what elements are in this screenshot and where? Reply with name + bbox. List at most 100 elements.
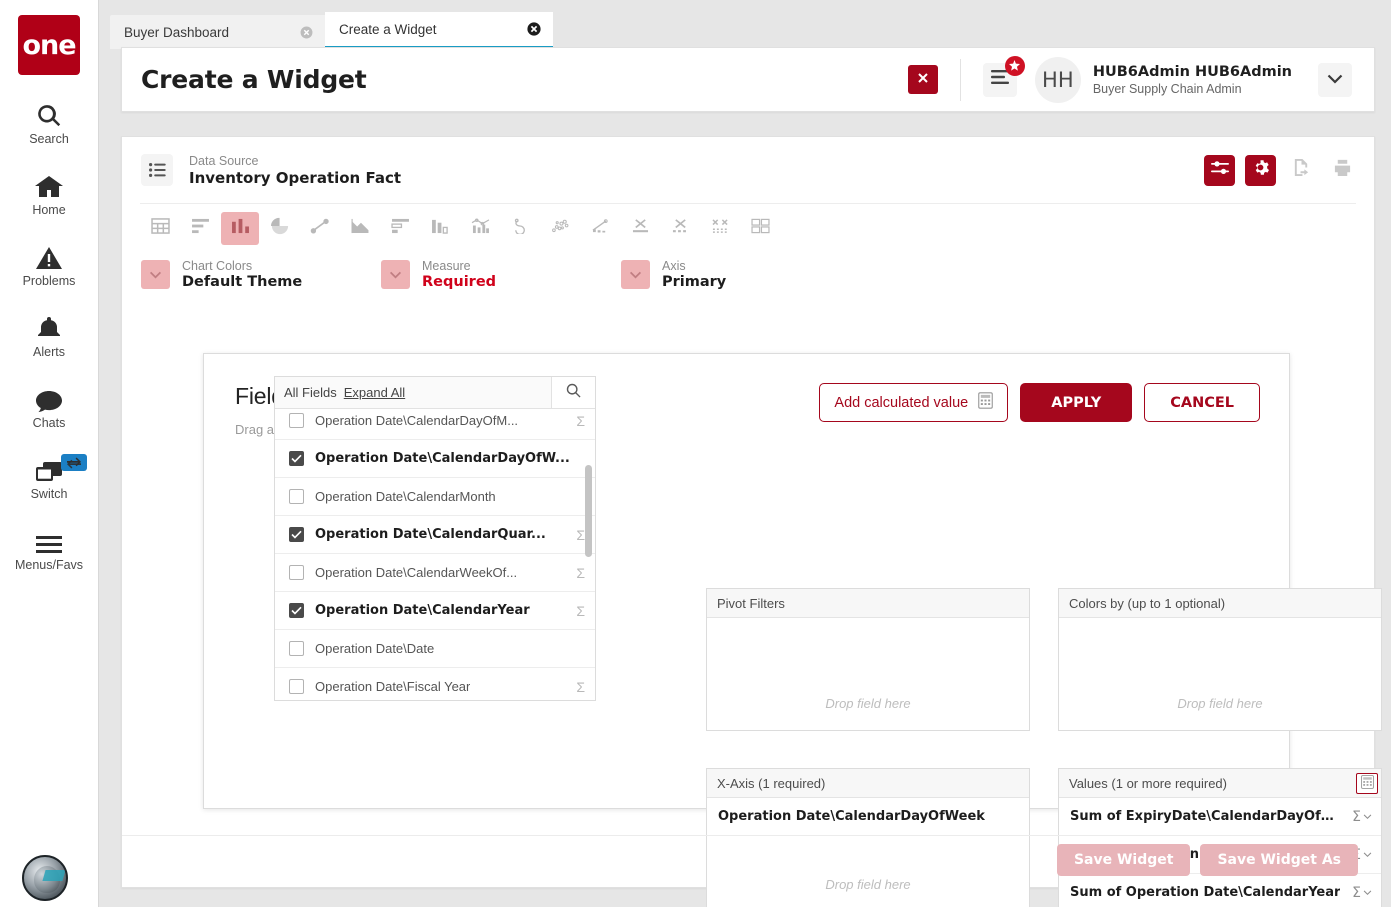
cancel-button[interactable]: CANCEL (1144, 383, 1260, 422)
field-list-scrollbar-thumb[interactable] (585, 465, 592, 557)
tab-bar: Buyer Dashboard Create a Widget (110, 12, 553, 49)
field-row[interactable]: Operation Date\CalendarQuar... Σ (275, 516, 595, 554)
chart-type-grouped-column-chart[interactable] (421, 212, 459, 245)
chart-options-row: Chart Colors Default Theme Measure Requi… (122, 245, 1374, 290)
avatar[interactable]: HH (1034, 56, 1081, 103)
field-list-header: All Fields Expand All (275, 377, 595, 409)
chart-type-bar-chart[interactable] (181, 212, 219, 245)
field-checkbox[interactable] (289, 641, 304, 656)
apply-button[interactable]: APPLY (1020, 383, 1133, 422)
user-avatar-bottom[interactable] (22, 855, 68, 901)
option-axis[interactable]: Axis Primary (621, 259, 726, 290)
save-widget-button[interactable]: Save Widget (1056, 844, 1191, 876)
chart-type-scatter-line-chart[interactable] (581, 212, 619, 245)
values-zone[interactable]: Values (1 or more required) Sum of Expir… (1058, 768, 1382, 907)
field-checkbox[interactable] (289, 679, 304, 694)
chart-type-area-chart[interactable] (341, 212, 379, 245)
zone-title: Colors by (up to 1 optional) (1069, 595, 1226, 611)
colors-by-zone[interactable]: Colors by (up to 1 optional) Drop field … (1058, 588, 1382, 731)
app-logo[interactable]: one (18, 15, 80, 75)
field-chip[interactable]: Sum of Operation Date\CalendarYear Σ (1059, 874, 1381, 907)
tab-create-a-widget[interactable]: Create a Widget (325, 12, 553, 49)
list-menu-icon (990, 70, 1009, 89)
field-row[interactable]: Operation Date\Fiscal Year Σ (275, 668, 595, 700)
field-checkbox[interactable] (289, 489, 304, 504)
fields-panel-actions: Add calculated value APPLY CANCEL (819, 383, 1260, 422)
export-button[interactable] (1286, 155, 1317, 186)
values-calculator-button[interactable] (1356, 772, 1378, 794)
chart-type-column-chart[interactable] (221, 212, 259, 245)
chart-type-range-chart[interactable] (661, 212, 699, 245)
print-button[interactable] (1327, 155, 1358, 186)
tab-buyer-dashboard[interactable]: Buyer Dashboard (110, 15, 325, 49)
aggregation-dropdown[interactable]: Σ (1344, 885, 1372, 901)
field-checkbox[interactable] (289, 527, 304, 542)
field-chip[interactable]: Sum of ExpiryDate\CalendarDayOfM... Σ (1059, 798, 1381, 836)
field-row[interactable]: Operation Date\Date (275, 630, 595, 668)
zone-body[interactable]: Operation Date\CalendarDayOfWeek Drop fi… (707, 798, 1029, 907)
chevron-down-icon[interactable] (621, 260, 650, 289)
field-row[interactable]: Operation Date\CalendarMonth (275, 478, 595, 516)
field-row[interactable]: Operation Date\CalendarDayOfM... Σ (275, 409, 595, 440)
save-widget-as-button[interactable]: Save Widget As (1200, 844, 1358, 876)
x-axis-zone[interactable]: X-Axis (1 required) Operation Date\Calen… (706, 768, 1030, 907)
aggregation-dropdown[interactable]: Σ (1344, 809, 1372, 825)
chart-type-line-chart[interactable] (301, 212, 339, 245)
option-label: Axis (662, 259, 686, 273)
chart-type-stacked-bar-chart[interactable] (381, 212, 419, 245)
page-header: Create a Widget HH HUB6Admin HUB6Admin B… (121, 47, 1375, 112)
chart-type-pie-chart[interactable] (261, 212, 299, 245)
zone-body[interactable]: Drop field here (1059, 618, 1381, 730)
chart-type-multi-x-chart[interactable] (701, 212, 739, 245)
chevron-down-icon[interactable] (141, 260, 170, 289)
zone-header: Values (1 or more required) (1059, 769, 1381, 798)
sidebar-item-problems[interactable]: Problems (0, 239, 99, 288)
field-checkbox[interactable] (289, 451, 304, 466)
option-chart-colors[interactable]: Chart Colors Default Theme (141, 259, 381, 290)
x-over-line-icon (631, 218, 650, 239)
chevron-down-icon[interactable] (381, 260, 410, 289)
chart-type-box-plot-chart[interactable] (621, 212, 659, 245)
chart-type-tile-chart[interactable] (741, 212, 779, 245)
sidebar-item-home[interactable]: Home (0, 168, 99, 217)
field-search-button[interactable] (551, 377, 595, 408)
sidebar-item-menus-favs[interactable]: Menus/Favs (0, 523, 99, 572)
user-menu-button[interactable] (1318, 62, 1352, 97)
field-chip[interactable]: Operation Date\CalendarDayOfWeek (707, 798, 1029, 836)
close-icon[interactable] (300, 26, 313, 39)
field-list-body[interactable]: Operation Date\CalendarDayOfM... Σ Opera… (275, 409, 595, 700)
chart-type-table-chart[interactable] (141, 212, 179, 245)
chart-type-combo-chart[interactable] (461, 212, 499, 245)
sidebar-item-search[interactable]: Search (0, 97, 99, 146)
add-calculated-value-button[interactable]: Add calculated value (819, 383, 1009, 422)
gear-settings-button[interactable] (1245, 154, 1276, 186)
data-source-actions (1204, 154, 1358, 186)
field-checkbox[interactable] (289, 565, 304, 580)
field-row[interactable]: Operation Date\CalendarDayOfW... (275, 440, 595, 478)
close-icon[interactable] (527, 22, 541, 36)
pivot-filters-zone[interactable]: Pivot Filters Drop field here (706, 588, 1030, 731)
chart-type-bubble-chart[interactable] (541, 212, 579, 245)
swap-arrows-icon[interactable] (60, 454, 87, 471)
sidebar-item-chats[interactable]: Chats (0, 381, 99, 430)
field-row[interactable]: Operation Date\CalendarWeekOf... Σ (275, 554, 595, 592)
field-row[interactable]: Operation Date\CalendarYear Σ (275, 592, 595, 630)
chart-type-funnel-chart[interactable] (501, 212, 539, 245)
sidebar-item-label: Switch (30, 487, 68, 501)
field-checkbox[interactable] (289, 603, 304, 618)
sidebar-item-alerts[interactable]: Alerts (0, 310, 99, 359)
field-checkbox[interactable] (289, 413, 304, 428)
option-measure[interactable]: Measure Required (381, 259, 621, 290)
sidebar-item-label: Chats (32, 416, 66, 430)
zone-body[interactable]: Drop field here (707, 618, 1029, 730)
chevron-down-icon (1363, 813, 1372, 819)
option-label: Chart Colors (182, 259, 253, 273)
gear-icon (1252, 159, 1269, 181)
header-divider (959, 58, 961, 101)
sidebar-item-switch[interactable]: Switch (0, 452, 99, 501)
menu-button[interactable] (982, 55, 1025, 97)
close-widget-button[interactable] (907, 65, 938, 94)
filter-settings-button[interactable] (1204, 154, 1235, 186)
expand-all-link[interactable]: Expand All (344, 385, 405, 400)
chevron-down-icon (1327, 71, 1343, 89)
